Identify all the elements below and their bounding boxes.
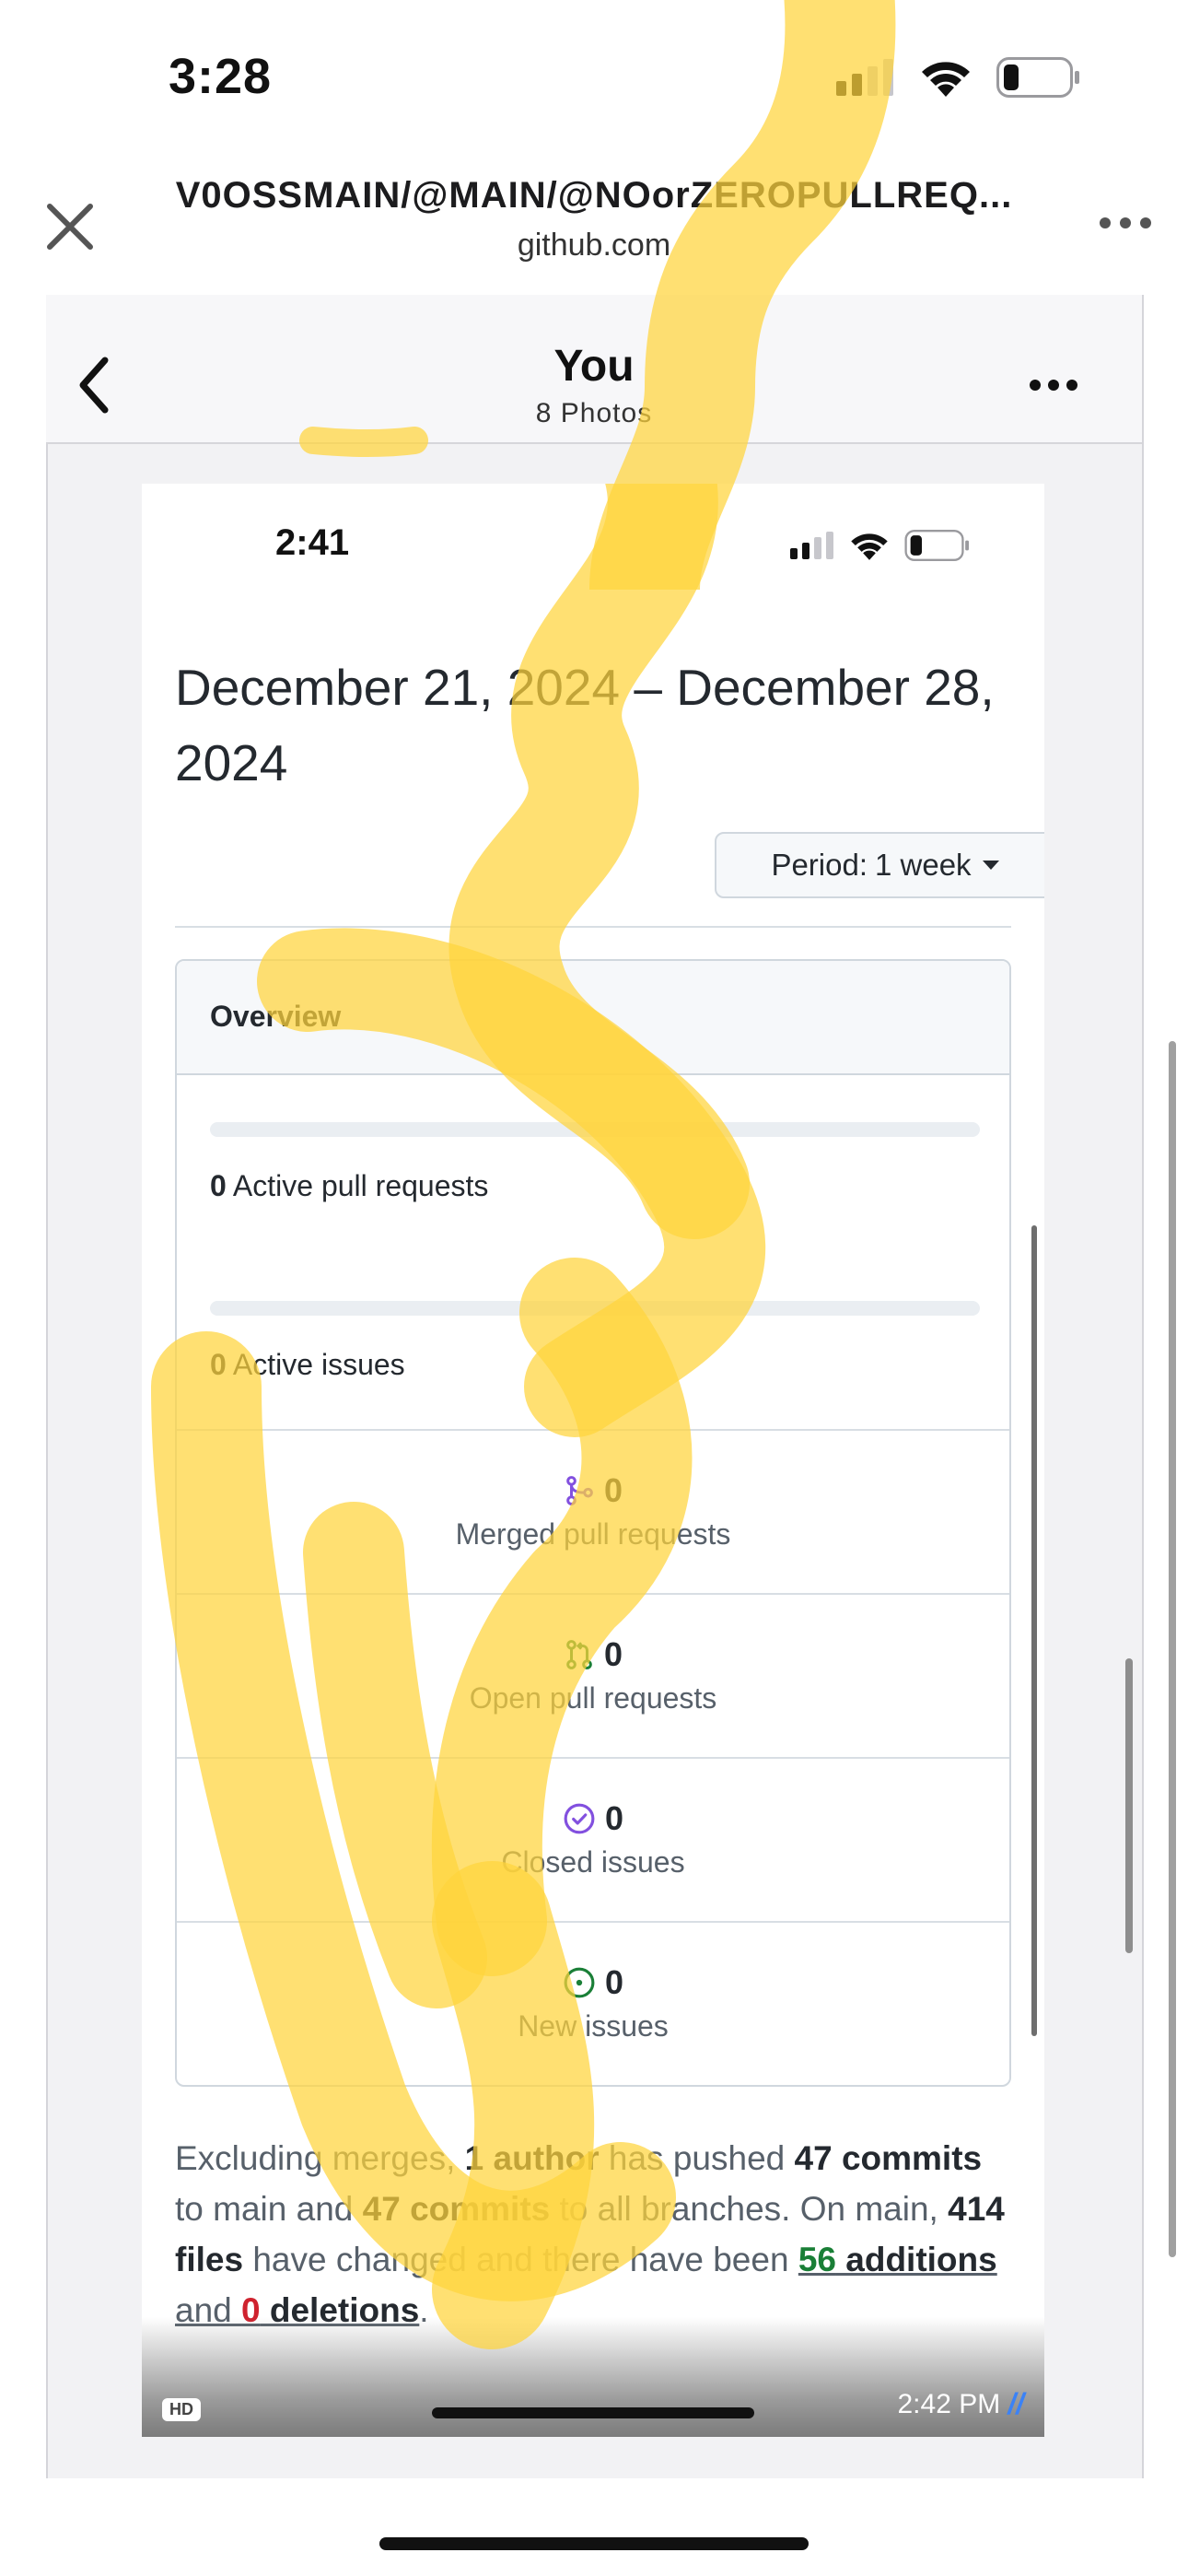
embedded-screenshot[interactable]: 2:41 December 21, 2024 – December 28, 20… <box>142 484 1044 2437</box>
inner-scrollbar <box>1031 1225 1037 2036</box>
page-scrollbar[interactable] <box>1169 1041 1176 2257</box>
highlighter-scribble-top <box>299 0 896 590</box>
home-indicator <box>379 2537 809 2550</box>
highlighter-scribble <box>151 484 765 2349</box>
viewer-scrollbar[interactable] <box>1125 1658 1133 1953</box>
